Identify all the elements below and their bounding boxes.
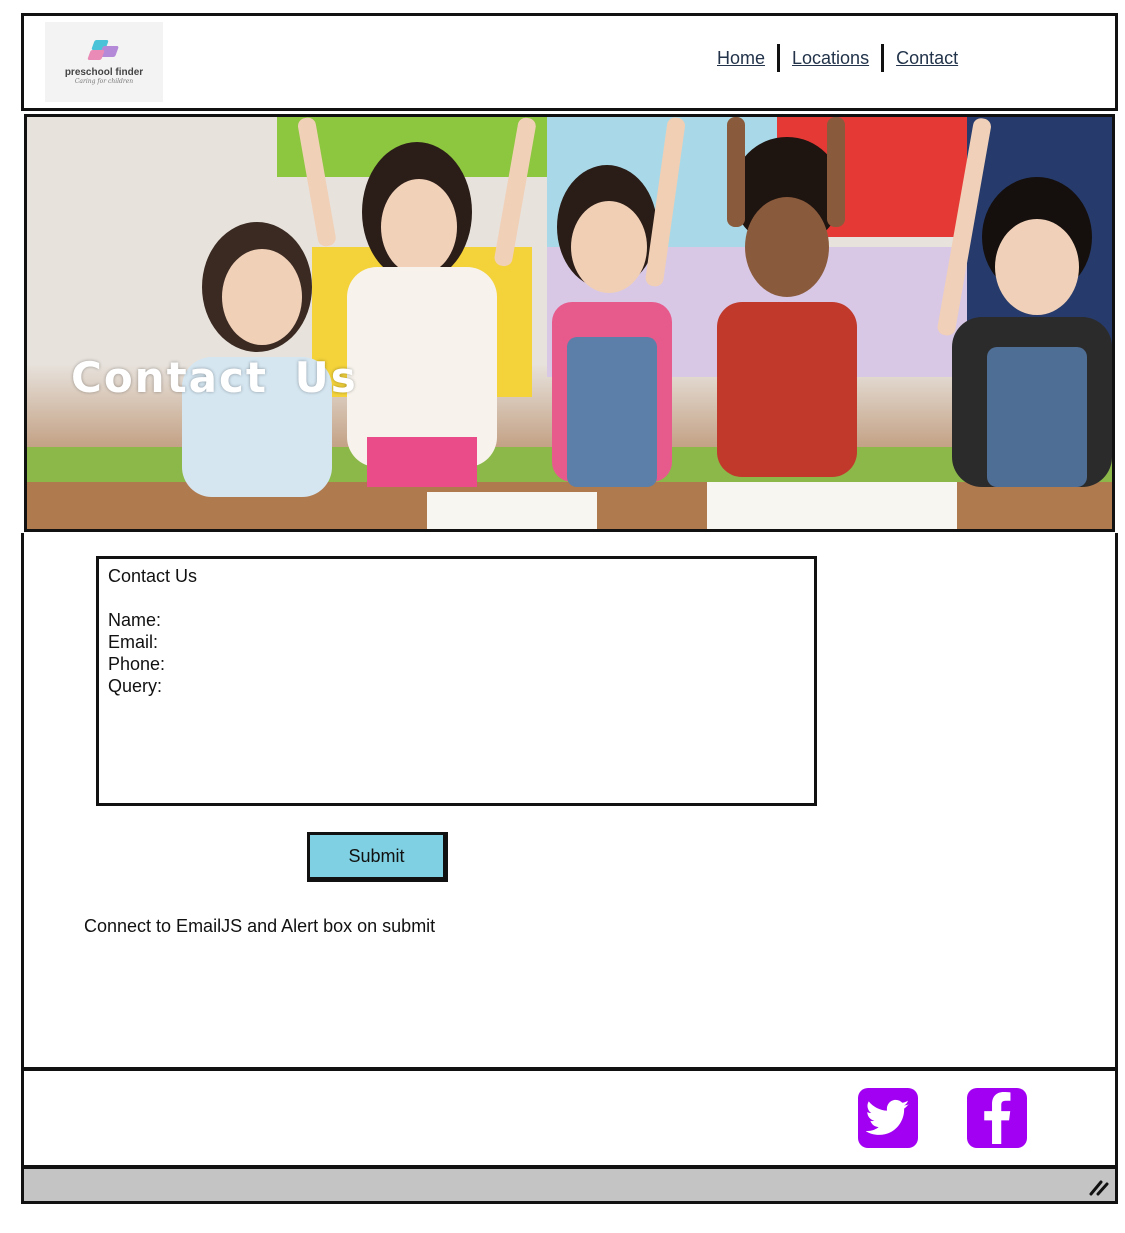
form-title: Contact Us bbox=[108, 566, 198, 586]
twitter-bird-icon bbox=[866, 1099, 910, 1135]
submit-button[interactable]: Submit bbox=[307, 832, 448, 882]
logo[interactable]: preschool finder Caring for children bbox=[45, 22, 163, 102]
nav-link-home[interactable]: Home bbox=[714, 48, 768, 69]
hero-image bbox=[27, 117, 1112, 529]
nav-divider bbox=[777, 44, 781, 72]
facebook-icon[interactable] bbox=[967, 1088, 1027, 1148]
logo-tagline: Caring for children bbox=[74, 78, 134, 85]
logo-name: preschool finder bbox=[64, 67, 144, 78]
implementation-note: Connect to EmailJS and Alert box on subm… bbox=[84, 916, 436, 936]
status-bar bbox=[21, 1166, 1118, 1204]
facebook-f-icon bbox=[984, 1092, 1011, 1144]
email-field[interactable]: Email: bbox=[108, 631, 805, 653]
logo-mark-icon bbox=[85, 38, 123, 64]
name-field[interactable]: Name: bbox=[108, 609, 805, 631]
nav-link-locations[interactable]: Locations bbox=[789, 48, 872, 69]
main-nav: Home Locations Contact bbox=[714, 44, 961, 72]
site-footer bbox=[21, 1068, 1118, 1168]
twitter-icon[interactable] bbox=[858, 1088, 918, 1148]
nav-divider bbox=[881, 44, 885, 72]
contact-form: Contact Us Name: Email: Phone: Query: bbox=[96, 556, 817, 806]
phone-field[interactable]: Phone: bbox=[108, 653, 805, 675]
hero-banner: Contact Us bbox=[24, 114, 1115, 532]
query-field[interactable]: Query: bbox=[108, 675, 805, 697]
hero-title: Contact Us bbox=[71, 353, 358, 402]
site-header: preschool finder Caring for children Hom… bbox=[21, 13, 1118, 111]
nav-link-contact[interactable]: Contact bbox=[893, 48, 961, 69]
resize-grip-icon[interactable] bbox=[1087, 1178, 1109, 1196]
